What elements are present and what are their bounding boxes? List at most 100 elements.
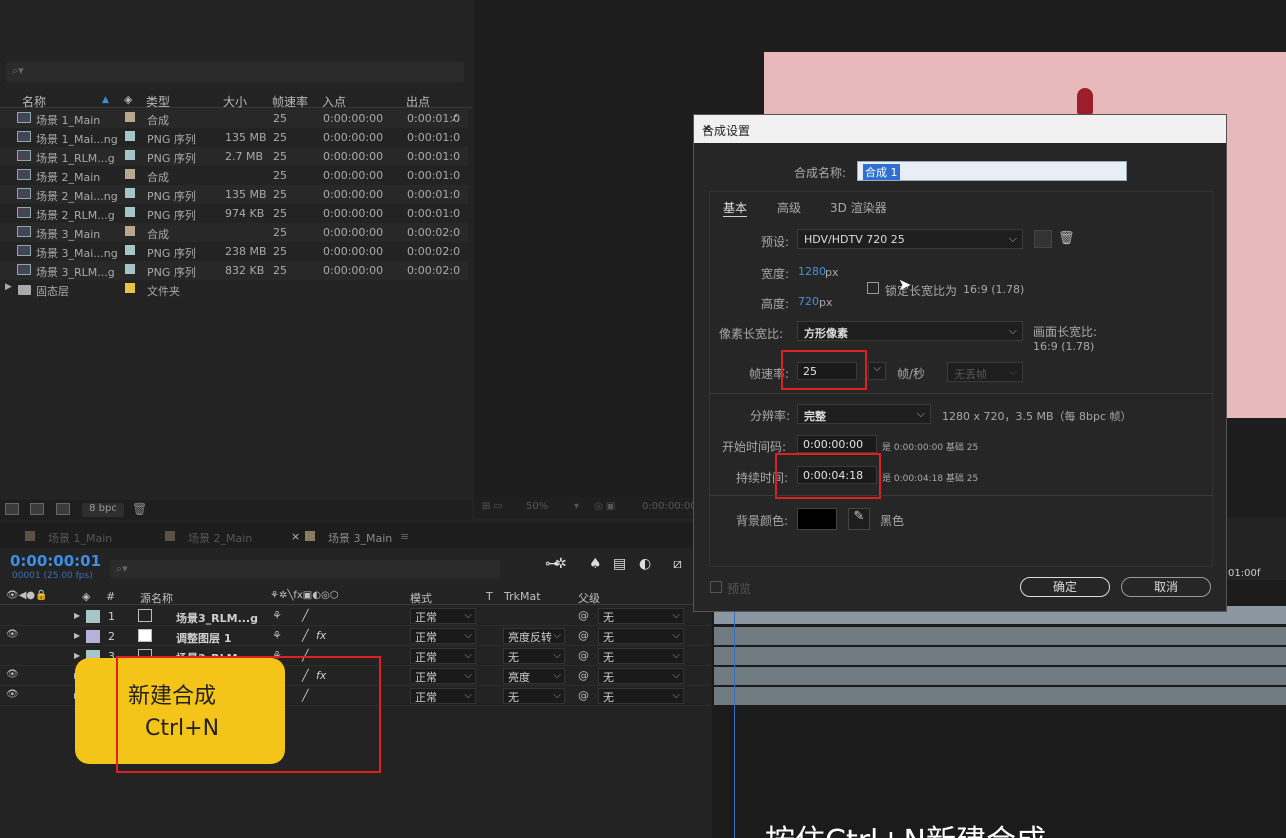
expand-arrow-icon[interactable]: ▶ bbox=[74, 651, 80, 660]
col-fps[interactable]: 帧速率 bbox=[272, 93, 308, 110]
label-swatch[interactable] bbox=[125, 131, 135, 141]
col-trkmat[interactable]: TrkMat bbox=[504, 590, 541, 603]
layer-row[interactable]: ▶ 1 场景3_RLM...g ⚘ ╱ 正常 ⌵ @ 无 ⌵ bbox=[0, 606, 710, 626]
bit-depth-button[interactable]: 8 bpc bbox=[82, 503, 124, 517]
fx-switch-icon[interactable]: fx bbox=[316, 629, 326, 642]
preset-select[interactable]: HDV/HDTV 720 25 ⌵ bbox=[797, 229, 1023, 249]
project-item[interactable]: 场景 2_RLM...g PNG 序列 974 KB 25 0:00:00:00 0:00… bbox=[0, 204, 468, 223]
pickwhip-icon[interactable]: @ bbox=[578, 629, 589, 642]
col-mode[interactable]: 模式 bbox=[410, 590, 432, 606]
trkmat-select[interactable]: 无 ⌵ bbox=[503, 688, 565, 704]
width-value[interactable]: 1280 bbox=[798, 265, 826, 278]
layer-row[interactable]: 👁 ▶ 2 调整图层 1 ⚘ ╱ fx 正常 ⌵ 亮度反转 ⌵ @ 无 ⌵ bbox=[0, 626, 710, 646]
height-value[interactable]: 720 bbox=[798, 295, 819, 308]
col-size[interactable]: 大小 bbox=[223, 93, 247, 110]
shy-switch-icon[interactable]: ⚘ bbox=[272, 609, 282, 622]
col-name[interactable]: 名称 bbox=[22, 93, 46, 110]
tab-scene2[interactable]: 场景 2_Main bbox=[188, 530, 252, 546]
parent-select[interactable]: 无 ⌵ bbox=[598, 608, 684, 624]
eye-icon[interactable]: 👁 bbox=[6, 629, 19, 640]
tab-basic[interactable]: 基本 bbox=[723, 199, 748, 217]
pickwhip-icon[interactable]: @ bbox=[578, 669, 589, 682]
expand-arrow-icon[interactable]: ▶ bbox=[5, 282, 12, 292]
expand-arrow-icon[interactable]: ▶ bbox=[74, 611, 80, 620]
project-item[interactable]: 场景 2_Mai...ng PNG 序列 135 MB 25 0:00:00:00 0:0… bbox=[0, 185, 468, 204]
layer-bar[interactable] bbox=[714, 647, 1286, 665]
label-swatch[interactable] bbox=[125, 245, 135, 255]
project-item[interactable]: 场景 3_RLM...g PNG 序列 832 KB 25 0:00:00:00 0:00… bbox=[0, 261, 468, 280]
tab-3d-renderer[interactable]: 3D 渲染器 bbox=[830, 199, 887, 216]
col-in[interactable]: 入点 bbox=[322, 93, 346, 110]
layer-bar[interactable] bbox=[714, 627, 1286, 645]
resolution-select[interactable]: 完整 ⌵ bbox=[797, 404, 931, 424]
col-parent[interactable]: 父级 bbox=[578, 590, 600, 606]
ok-button[interactable]: 确定 bbox=[1020, 577, 1110, 597]
label-swatch[interactable] bbox=[125, 112, 135, 122]
quality-switch-icon[interactable]: ╱ bbox=[302, 609, 309, 622]
label-swatch[interactable] bbox=[125, 264, 135, 274]
trkmat-select[interactable]: 亮度反转 ⌵ bbox=[503, 628, 565, 644]
expand-arrow-icon[interactable]: ▶ bbox=[74, 631, 80, 640]
mode-select[interactable]: 正常 ⌵ bbox=[410, 648, 476, 664]
label-tag-icon[interactable]: ◈ bbox=[124, 93, 132, 106]
project-item[interactable]: 场景 1_RLM...g PNG 序列 2.7 MB 25 0:00:00:00 0:00… bbox=[0, 147, 468, 166]
start-timecode-input[interactable]: 0:00:00:00 bbox=[797, 435, 877, 453]
project-item[interactable]: 场景 2_Main 合成 25 0:00:00:00 0:00:01:0 bbox=[0, 166, 468, 185]
project-item[interactable]: 场景 3_Mai...ng PNG 序列 238 MB 25 0:00:00:00 0:0… bbox=[0, 242, 468, 261]
mode-select[interactable]: 正常 ⌵ bbox=[410, 688, 476, 704]
label-swatch[interactable] bbox=[125, 150, 135, 160]
col-out[interactable]: 出点 bbox=[406, 93, 430, 110]
eye-icon[interactable]: 👁 bbox=[6, 689, 19, 700]
comp-name-input[interactable]: 合成 1 bbox=[863, 164, 900, 180]
tab-scene1[interactable]: 场景 1_Main bbox=[48, 530, 112, 546]
mode-select[interactable]: 正常 ⌵ bbox=[410, 668, 476, 684]
pickwhip-icon[interactable]: @ bbox=[578, 689, 589, 702]
quality-switch-icon[interactable]: ╱ bbox=[302, 629, 309, 642]
label-swatch[interactable] bbox=[125, 188, 135, 198]
fps-dropdown-icon[interactable]: ⌵ bbox=[868, 362, 886, 380]
project-item[interactable]: 场景 1_Main 合成 25 0:00:00:00 0:00:01:0 bbox=[0, 109, 468, 128]
col-type[interactable]: 类型 bbox=[146, 93, 170, 110]
new-comp-icon[interactable] bbox=[56, 503, 70, 515]
close-icon[interactable]: × bbox=[291, 530, 300, 543]
save-preset-icon[interactable] bbox=[1034, 230, 1052, 248]
eyedropper-icon[interactable]: ✎ bbox=[848, 508, 870, 530]
cancel-button[interactable]: 取消 bbox=[1121, 577, 1211, 597]
pickwhip-icon[interactable]: @ bbox=[578, 649, 589, 662]
new-folder-icon[interactable] bbox=[30, 503, 44, 515]
shy-switch-icon[interactable]: ⚘ bbox=[272, 629, 282, 642]
sort-arrow-icon[interactable]: ▲ bbox=[102, 95, 109, 105]
trash-icon[interactable]: 🗑 bbox=[1058, 231, 1075, 246]
shy-icon[interactable]: ♠ bbox=[589, 556, 602, 572]
mode-select[interactable]: 正常 ⌵ bbox=[410, 628, 476, 644]
par-select[interactable]: 方形像素 ⌵ bbox=[797, 321, 1023, 341]
label-swatch[interactable] bbox=[125, 283, 135, 293]
trkmat-select[interactable]: 无 ⌵ bbox=[503, 648, 565, 664]
viewer-grid-icon[interactable]: ⊞ ▭ bbox=[482, 501, 503, 512]
lock-aspect-checkbox[interactable] bbox=[867, 282, 879, 294]
preview-checkbox[interactable] bbox=[710, 581, 722, 593]
label-swatch[interactable] bbox=[86, 610, 100, 623]
parent-select[interactable]: 无 ⌵ bbox=[598, 688, 684, 704]
label-swatch[interactable] bbox=[125, 169, 135, 179]
timeline-search-input[interactable]: ⌕▾ bbox=[110, 560, 500, 578]
col-source-name[interactable]: 源名称 bbox=[140, 590, 173, 606]
project-item[interactable]: 场景 3_Main 合成 25 0:00:00:00 0:00:02:0 bbox=[0, 223, 468, 242]
graph-editor-icon[interactable]: ⧄ bbox=[673, 556, 682, 572]
viewer-timecode[interactable]: 0:00:00:00 bbox=[642, 501, 697, 512]
eye-icon[interactable]: 👁 bbox=[6, 669, 19, 680]
label-swatch[interactable] bbox=[125, 226, 135, 236]
bg-color-swatch[interactable] bbox=[797, 508, 837, 530]
project-search-input[interactable]: ⌕▾ bbox=[6, 62, 464, 82]
flowchart-icon[interactable]: ⛬ bbox=[452, 111, 460, 125]
menu-icon[interactable]: ≡ bbox=[400, 530, 409, 543]
tab-scene3[interactable]: 场景 3_Main bbox=[328, 530, 392, 546]
parent-select[interactable]: 无 ⌵ bbox=[598, 668, 684, 684]
label-swatch[interactable] bbox=[86, 630, 100, 643]
project-item[interactable]: 场景 1_Mai...ng PNG 序列 135 MB 25 0:00:00:00 0:0… bbox=[0, 128, 468, 147]
parent-select[interactable]: 无 ⌵ bbox=[598, 648, 684, 664]
zoom-select[interactable]: 50% bbox=[526, 501, 548, 512]
layer-bar[interactable] bbox=[714, 667, 1286, 685]
trkmat-select[interactable]: 亮度 ⌵ bbox=[503, 668, 565, 684]
draft-3d-icon[interactable]: ✲ bbox=[555, 556, 567, 572]
